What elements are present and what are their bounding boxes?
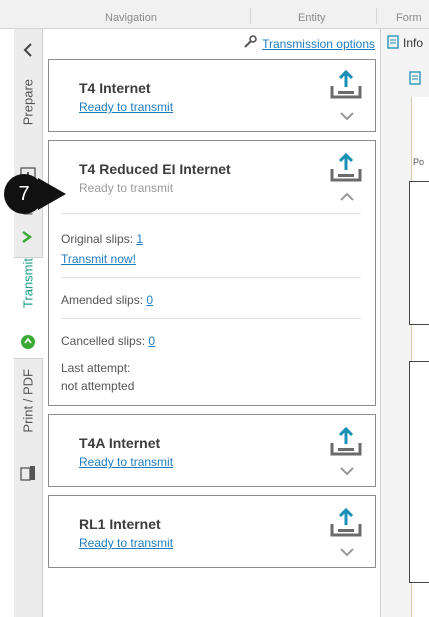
transmit-now-link[interactable]: Transmit now!	[61, 252, 136, 266]
upload-tray-icon[interactable]	[329, 507, 363, 538]
wrench-icon	[243, 35, 257, 49]
last-attempt-label: Last attempt:	[61, 361, 131, 375]
card-t4-reduced-ei-internet[interactable]: T4 Reduced EI Internet Ready to transmit…	[48, 140, 376, 406]
upload-tray-icon[interactable]	[329, 152, 363, 183]
panel-toolbar: Transmission options	[43, 29, 379, 57]
card-title: T4 Internet	[79, 80, 151, 96]
header-form: Form	[396, 12, 422, 24]
amended-slips-count-link[interactable]: 0	[146, 293, 153, 307]
original-slips-row: Original slips: 1	[61, 232, 143, 246]
form-field-box	[409, 181, 429, 325]
original-slips-label: Original slips:	[61, 232, 134, 246]
chevron-down-icon[interactable]	[339, 465, 355, 476]
document-icon	[387, 35, 399, 49]
card-title: T4A Internet	[79, 435, 161, 451]
card-status-link[interactable]: Ready to transmit	[79, 455, 173, 469]
upload-tray-icon[interactable]	[329, 69, 363, 100]
transmit-panel: Transmission options T4 Internet Ready t…	[43, 29, 379, 617]
original-slips-count-link[interactable]: 1	[136, 232, 143, 246]
chevron-down-icon[interactable]	[339, 546, 355, 557]
card-title: T4 Reduced EI Internet	[79, 161, 231, 177]
card-status-link[interactable]: Ready to transmit	[79, 536, 173, 550]
header-navigation: Navigation	[105, 12, 157, 24]
rail-tab-print-pdf[interactable]: Print / PDF	[14, 369, 42, 489]
chevron-up-icon[interactable]	[339, 191, 355, 201]
transmission-options-link[interactable]: Transmission options	[262, 37, 375, 51]
form-icon	[409, 71, 421, 85]
callout-badge: 7	[4, 174, 44, 214]
card-title: RL1 Internet	[79, 516, 161, 532]
card-status-text: Ready to transmit	[79, 181, 174, 195]
cancelled-slips-label: Cancelled slips:	[61, 334, 146, 348]
rail-tab-label: Prepare	[20, 79, 36, 126]
column-header-bar: Navigation Entity Form	[0, 0, 429, 29]
last-attempt-value: not attempted	[61, 379, 135, 393]
cancelled-slips-row: Cancelled slips: 0	[61, 334, 155, 348]
vertical-nav-rail: Prepare Re Transmit Print / PDF	[14, 29, 43, 617]
amended-slips-label: Amended slips:	[61, 293, 144, 307]
rail-tab-prepare[interactable]: Prepare	[14, 79, 42, 189]
chevron-left-icon[interactable]	[22, 43, 34, 57]
cancelled-slips-count-link[interactable]: 0	[148, 334, 155, 348]
form-preview-pane: Info Po	[380, 29, 429, 617]
print-icon	[20, 465, 36, 481]
divider	[61, 277, 361, 278]
rail-tab-transmit[interactable]: Transmit	[14, 257, 43, 359]
card-t4-internet[interactable]: T4 Internet Ready to transmit	[48, 59, 376, 132]
rail-tab-label: Transmit	[20, 258, 36, 309]
header-entity: Entity	[298, 12, 326, 24]
transmit-status-icon	[20, 334, 36, 350]
check-icon	[20, 229, 36, 245]
card-t4a-internet[interactable]: T4A Internet Ready to transmit	[48, 414, 376, 487]
card-status-link[interactable]: Ready to transmit	[79, 100, 173, 114]
header-separator	[376, 8, 377, 24]
header-separator	[250, 8, 251, 24]
divider	[61, 213, 361, 214]
upload-tray-icon[interactable]	[329, 426, 363, 457]
rail-tab-label: Print / PDF	[20, 369, 36, 433]
chevron-down-icon[interactable]	[339, 110, 355, 121]
form-field-box	[409, 361, 429, 583]
amended-slips-row: Amended slips: 0	[61, 293, 153, 307]
info-tab-label[interactable]: Info	[403, 36, 423, 50]
card-rl1-internet[interactable]: RL1 Internet Ready to transmit	[48, 495, 376, 568]
divider	[61, 318, 361, 319]
form-small-label: Po	[413, 157, 425, 167]
